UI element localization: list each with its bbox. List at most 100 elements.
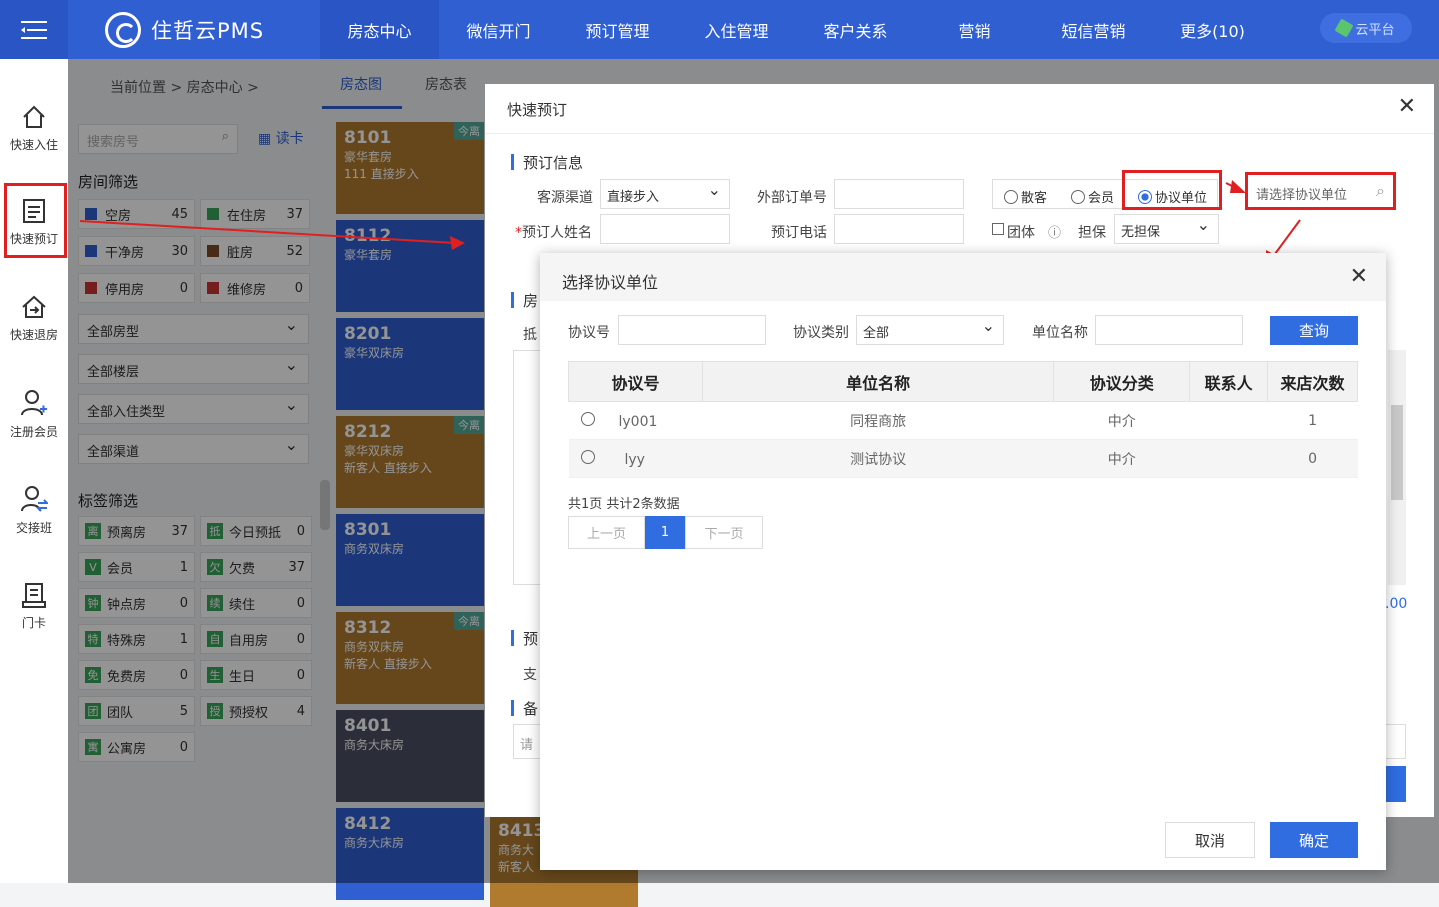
- unit-name: 测试协议: [702, 439, 1054, 478]
- ext-order-input[interactable]: [834, 179, 964, 209]
- nav-sms[interactable]: 短信营销: [1034, 0, 1153, 59]
- sidebar-quick-checkout[interactable]: 快速退房: [0, 278, 68, 358]
- prev-page-button[interactable]: 上一页: [568, 516, 645, 549]
- sidebar-label: 快速退房: [9, 327, 58, 342]
- scrollbar-thumb[interactable]: [1391, 405, 1403, 500]
- category-value: 全部: [863, 326, 890, 341]
- sidebar-label: 交接班: [15, 520, 52, 535]
- phone-input[interactable]: [834, 214, 964, 244]
- add-user-icon: [21, 389, 47, 415]
- agreement-picker[interactable]: 请选择协议单位 ⌕: [1245, 172, 1396, 210]
- logo-icon: [105, 12, 141, 48]
- amount-value: .00: [1385, 596, 1408, 612]
- col-header: 协议号: [568, 361, 703, 402]
- sidebar-register-member[interactable]: 注册会员: [0, 374, 68, 454]
- nav-marketing[interactable]: 营销: [915, 0, 1034, 59]
- booker-label: *预订人姓名: [515, 222, 592, 242]
- col-header: 单位名称: [701, 361, 1055, 402]
- section-marker: [511, 154, 514, 170]
- cancel-button[interactable]: 取消: [1165, 822, 1255, 858]
- sidebar-shift-handover[interactable]: 交接班: [0, 470, 68, 550]
- unit-name-label: 单位名称: [1032, 325, 1088, 341]
- nav-room-status[interactable]: 房态中心: [320, 0, 439, 59]
- radio-icon[interactable]: [580, 411, 595, 426]
- nav-more[interactable]: 更多(10): [1153, 0, 1272, 59]
- room-table-edge: [513, 350, 543, 585]
- channel-value: 直接步入: [607, 190, 660, 205]
- agreement-no-label: 协议号: [568, 325, 610, 341]
- info-icon[interactable]: ⓘ: [1048, 222, 1061, 241]
- query-button[interactable]: 查询: [1270, 316, 1358, 345]
- agreement-placeholder: 请选择协议单位: [1256, 188, 1348, 203]
- agreement-table: 协议号 单位名称 协议分类 联系人 来店次数 ly001 同程商旅 中介 1 l…: [568, 361, 1358, 478]
- booker-name-input[interactable]: [600, 214, 730, 244]
- remark-placeholder: 请: [520, 738, 534, 753]
- nav-checkin[interactable]: 入住管理: [677, 0, 796, 59]
- radio-member[interactable]: 会员: [1071, 187, 1114, 206]
- radio-icon[interactable]: [580, 449, 595, 464]
- col-header: 协议分类: [1053, 361, 1191, 402]
- dialog-title: 选择协议单位: [562, 273, 659, 292]
- home-icon: [23, 105, 45, 128]
- radio-agreement[interactable]: 协议单位: [1138, 187, 1207, 206]
- agreement-no: ly001: [618, 413, 658, 430]
- close-icon[interactable]: ✕: [1350, 264, 1368, 289]
- radio-walkin[interactable]: 散客: [1004, 187, 1047, 206]
- guarantee-label: 担保: [1078, 225, 1106, 241]
- col-header: 来店次数: [1267, 361, 1358, 402]
- table-row[interactable]: ly001 同程商旅 中介 1: [568, 401, 1358, 440]
- group-checkbox[interactable]: [992, 223, 1004, 235]
- visit-count: 1: [1267, 401, 1358, 440]
- cloud-platform-button[interactable]: 云平台: [1320, 13, 1412, 43]
- section-title-booking: 预订信息: [523, 154, 584, 172]
- radio-icon: [1071, 189, 1085, 204]
- agreement-category: 中介: [1053, 401, 1190, 440]
- select-agreement-dialog: 选择协议单位 ✕ 协议号 协议类别 全部 单位名称 查询 协议号 单位名称 协议…: [540, 253, 1386, 870]
- confirm-button[interactable]: 确定: [1270, 822, 1358, 858]
- nav-wechat-door[interactable]: 微信开门: [439, 0, 558, 59]
- guarantee-select[interactable]: 无担保: [1114, 214, 1219, 244]
- section-title-prepay: 预: [523, 630, 539, 648]
- nav-crm[interactable]: 客户关系: [796, 0, 915, 59]
- sidebar-label: 快速入住: [9, 137, 58, 152]
- radio-label: 协议单位: [1155, 191, 1208, 206]
- cloud-icon: [1334, 18, 1355, 38]
- agreement-no-input[interactable]: [618, 315, 766, 345]
- row-select-cell[interactable]: lyy: [568, 439, 703, 478]
- section-marker: [511, 700, 514, 716]
- dialog-header: 选择协议单位 ✕: [540, 253, 1386, 301]
- contact: [1189, 401, 1268, 440]
- app-logo: 住哲云PMS: [105, 10, 264, 50]
- col-header: 联系人: [1189, 361, 1269, 402]
- row-select-cell[interactable]: ly001: [568, 401, 703, 440]
- unit-name-input[interactable]: [1095, 315, 1243, 345]
- close-icon[interactable]: ✕: [1398, 94, 1416, 119]
- group-label: 团体: [1007, 225, 1035, 241]
- table-row[interactable]: lyy 测试协议 中介 0: [568, 439, 1358, 478]
- ext-order-label: 外部订单号: [757, 190, 827, 206]
- category-label: 协议类别: [793, 325, 849, 341]
- house-arrow-icon: [22, 295, 46, 318]
- phone-label: 预订电话: [771, 225, 827, 241]
- menu-toggle-button[interactable]: [0, 0, 68, 59]
- section-title-remark: 备: [523, 700, 539, 718]
- section-marker: [511, 292, 514, 308]
- radio-checked-icon: [1138, 189, 1152, 204]
- next-page-button[interactable]: 下一页: [685, 516, 763, 549]
- channel-label: 客源渠道: [537, 190, 593, 206]
- highlight-box: [4, 183, 67, 258]
- radio-label: 散客: [1021, 191, 1048, 206]
- cloud-label: 云平台: [1355, 22, 1395, 38]
- category-select[interactable]: 全部: [856, 315, 1004, 345]
- nav-booking[interactable]: 预订管理: [558, 0, 677, 59]
- guarantee-value: 无担保: [1121, 225, 1161, 240]
- partial-label: 抵: [523, 327, 537, 343]
- booker-label-text: 预订人姓名: [522, 225, 592, 241]
- sidebar-door-card[interactable]: 门卡: [0, 566, 68, 646]
- search-icon: ⌕: [1376, 181, 1385, 200]
- page-1-button[interactable]: 1: [645, 516, 685, 549]
- channel-select[interactable]: 直接步入: [600, 179, 730, 209]
- scrollbar[interactable]: [1388, 350, 1406, 585]
- sidebar-quick-checkin[interactable]: 快速入住: [0, 88, 68, 168]
- visit-count: 0: [1267, 439, 1358, 478]
